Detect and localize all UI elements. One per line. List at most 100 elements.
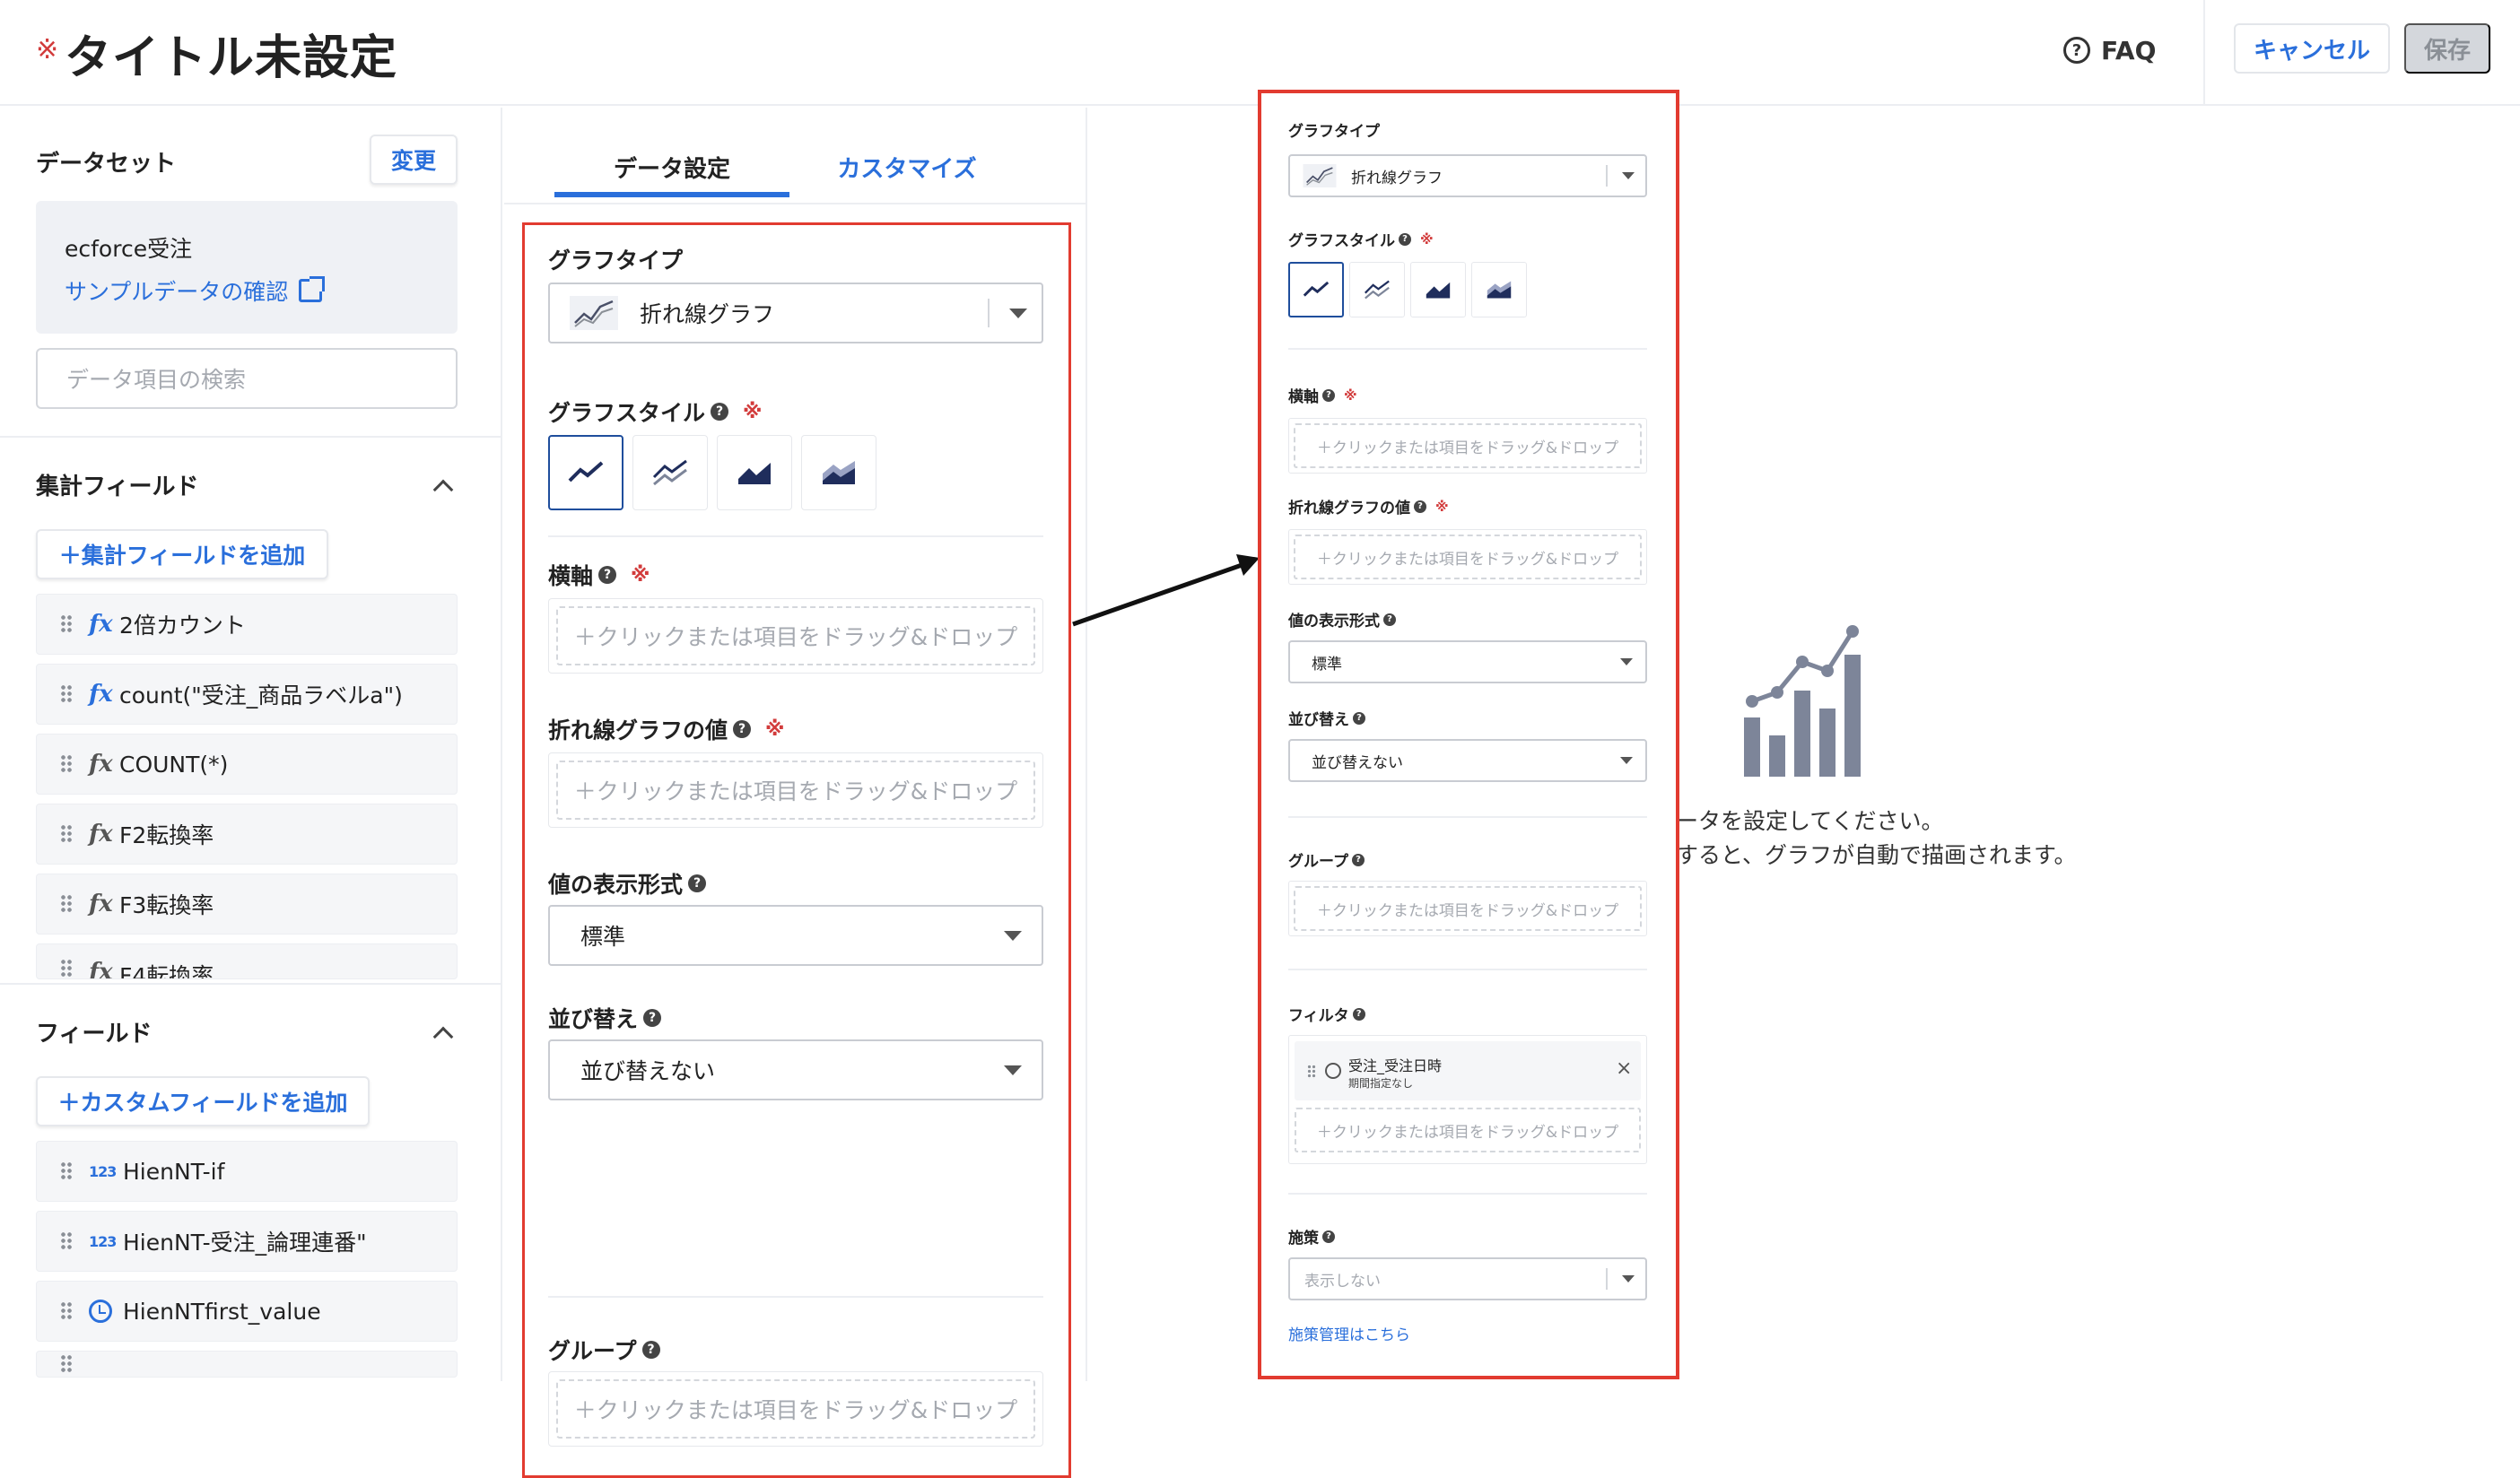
data-item-search-input[interactable]: データ項目の検索 xyxy=(36,348,458,409)
faq-link[interactable]: ? FAQ xyxy=(2063,32,2156,68)
help-icon[interactable]: ? xyxy=(643,1009,662,1027)
help-icon[interactable]: ? xyxy=(1351,853,1365,866)
drag-handle-icon[interactable] xyxy=(60,1231,73,1251)
drag-handle-icon[interactable] xyxy=(60,754,73,774)
add-agg-field-button[interactable]: ＋集計フィールドを追加 xyxy=(36,529,328,579)
line-chart-icon xyxy=(1299,164,1340,187)
style-multi-line-button[interactable] xyxy=(1349,262,1405,317)
agg-field-item[interactable]: fx 2倍カウント xyxy=(36,594,458,655)
dataset-heading: データセット xyxy=(36,151,177,178)
page-title[interactable]: タイトル未設定 xyxy=(65,20,397,87)
help-icon[interactable]: ? xyxy=(688,874,707,892)
save-button[interactable]: 保存 xyxy=(2404,23,2490,74)
tab-customize[interactable]: カスタマイズ xyxy=(789,135,1025,197)
value-format-value: 標準 xyxy=(580,924,626,950)
style-line-button[interactable] xyxy=(548,435,623,510)
agg-field-item[interactable]: fx F4転換率 xyxy=(36,943,458,979)
preview-message-line2: すると、グラフが自動で描画されます。 xyxy=(1676,842,2077,868)
chevron-up-icon[interactable] xyxy=(432,479,454,500)
preview-message-line1: ータを設定してください。 xyxy=(1676,808,1944,834)
x-axis-drop-zone[interactable]: ＋クリックまたは項目をドラッグ&ドロップ xyxy=(1288,418,1647,474)
sort-select[interactable]: 並び替えない xyxy=(548,1039,1043,1100)
x-axis-drop-zone[interactable]: ＋クリックまたは項目をドラッグ&ドロップ xyxy=(548,598,1043,674)
fx-icon: fx xyxy=(89,891,113,917)
agg-field-item[interactable]: fx COUNT(*) xyxy=(36,734,458,795)
graph-type-select[interactable]: 折れ線グラフ xyxy=(548,283,1043,343)
style-line-button[interactable] xyxy=(1288,262,1344,317)
drag-handle-icon[interactable] xyxy=(60,824,73,844)
line-value-text: 折れ線グラフの値 xyxy=(548,717,728,743)
style-area-button[interactable] xyxy=(1410,262,1466,317)
measure-label: 施策 ? xyxy=(1288,1225,1335,1248)
style-area-button[interactable] xyxy=(717,435,792,510)
help-icon[interactable]: ? xyxy=(1383,613,1396,626)
drag-handle-icon[interactable] xyxy=(60,894,73,914)
filter-drop-placeholder[interactable]: ＋クリックまたは項目をドラッグ&ドロップ xyxy=(1295,1108,1641,1152)
multi-line-style-icon xyxy=(1365,280,1390,300)
measure-select[interactable]: 表示しない xyxy=(1288,1257,1647,1300)
stacked-area-style-icon xyxy=(823,461,855,484)
sort-select[interactable]: 並び替えない xyxy=(1288,739,1647,782)
group-drop-zone[interactable]: ＋クリックまたは項目をドラッグ&ドロップ xyxy=(548,1371,1043,1447)
drag-handle-icon[interactable] xyxy=(60,1301,73,1321)
style-multi-line-button[interactable] xyxy=(632,435,708,510)
field-item[interactable] xyxy=(36,1351,458,1378)
agg-field-item[interactable]: fx F3転換率 xyxy=(36,874,458,935)
drag-handle-icon[interactable] xyxy=(60,684,73,704)
agg-field-item[interactable]: fx count("受注_商品ラベルa") xyxy=(36,664,458,725)
help-icon[interactable]: ? xyxy=(1322,388,1335,402)
required-mark: ※ xyxy=(1435,498,1449,515)
line-style-icon xyxy=(568,461,604,483)
line-value-drop-zone[interactable]: ＋クリックまたは項目をドラッグ&ドロップ xyxy=(1288,529,1647,585)
graph-style-text: グラフスタイル xyxy=(1288,232,1395,250)
help-icon[interactable]: ? xyxy=(1353,711,1365,725)
field-item[interactable]: 123 HienNT-if xyxy=(36,1141,458,1202)
drag-handle-icon[interactable] xyxy=(60,1161,73,1181)
close-icon[interactable]: × xyxy=(1616,1057,1632,1080)
help-icon[interactable]: ? xyxy=(641,1341,660,1359)
fx-icon: fx xyxy=(89,751,113,778)
drag-handle-icon[interactable] xyxy=(1307,1065,1316,1079)
group-drop-zone[interactable]: ＋クリックまたは項目をドラッグ&ドロップ xyxy=(1288,881,1647,936)
measure-management-link[interactable]: 施策管理はこちら xyxy=(1288,1322,1410,1344)
filter-item[interactable]: 受注_受注日時 期間指定なし × xyxy=(1295,1041,1641,1100)
chevron-up-icon[interactable] xyxy=(432,1026,454,1048)
help-icon[interactable]: ? xyxy=(1322,1230,1335,1243)
style-stacked-area-button[interactable] xyxy=(801,435,876,510)
value-format-label: 値の表示形式 ? xyxy=(548,867,707,900)
graph-type-select[interactable]: 折れ線グラフ xyxy=(1288,154,1647,197)
value-format-select[interactable]: 標準 xyxy=(1288,640,1647,683)
help-icon[interactable]: ? xyxy=(733,720,752,738)
help-icon[interactable]: ? xyxy=(598,566,617,584)
add-custom-field-button[interactable]: ＋カスタムフィールドを追加 xyxy=(36,1076,370,1126)
line-value-drop-zone[interactable]: ＋クリックまたは項目をドラッグ&ドロップ xyxy=(548,752,1043,828)
tab-data-settings[interactable]: データ設定 xyxy=(554,135,789,197)
x-axis-label: 横軸 ? ※ xyxy=(1288,384,1357,407)
stacked-area-style-icon xyxy=(1487,281,1512,299)
style-stacked-area-button[interactable] xyxy=(1471,262,1527,317)
field-item[interactable]: 123 HienNT-受注_論理連番" xyxy=(36,1211,458,1272)
group-label: グループ ? xyxy=(1288,848,1365,871)
area-style-icon xyxy=(1426,282,1451,299)
divider xyxy=(1288,969,1647,970)
field-item[interactable]: HienNTfirst_value xyxy=(36,1281,458,1342)
drag-handle-icon[interactable] xyxy=(60,614,73,634)
help-icon[interactable]: ? xyxy=(1399,232,1411,246)
drag-handle-icon[interactable] xyxy=(60,1354,73,1374)
drag-handle-icon[interactable] xyxy=(60,959,73,978)
faq-label: FAQ xyxy=(2101,35,2157,65)
drop-placeholder: ＋クリックまたは項目をドラッグ&ドロップ xyxy=(1294,535,1642,579)
agg-field-item[interactable]: fx F2転換率 xyxy=(36,804,458,865)
value-format-select[interactable]: 標準 xyxy=(548,905,1043,966)
divider xyxy=(1288,1193,1647,1195)
caret-down-icon xyxy=(1004,930,1022,941)
area-style-icon xyxy=(738,463,771,484)
help-icon[interactable]: ? xyxy=(1414,500,1426,513)
change-dataset-button[interactable]: 変更 xyxy=(370,135,458,185)
help-icon[interactable]: ? xyxy=(711,403,729,421)
help-icon[interactable]: ? xyxy=(1352,1007,1365,1021)
dataset-name: ecforce受注 xyxy=(65,236,193,262)
sample-data-link[interactable]: サンプルデータの確認 xyxy=(65,274,326,307)
cancel-button[interactable]: キャンセル xyxy=(2234,23,2390,74)
fx-icon: fx xyxy=(89,681,113,708)
